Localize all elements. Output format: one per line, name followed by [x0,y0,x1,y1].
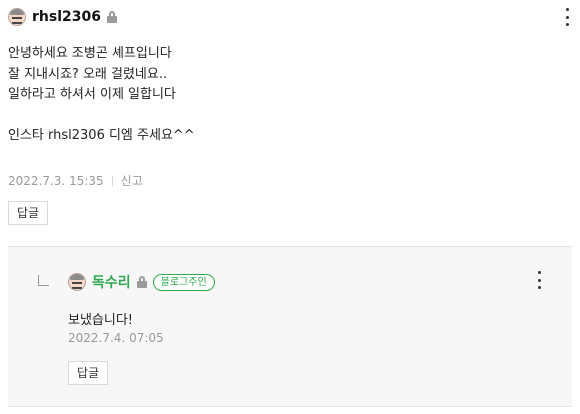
comment-meta: 2022.7.3. 15:35 신고 [8,172,143,189]
comment-header: rhsl2306 [8,8,117,26]
comment-line [8,106,195,127]
comment-line: 일하라고 하셔서 이제 일합니다 [8,87,176,102]
comment-date: 2022.7.3. 15:35 [8,173,104,188]
comment-line: 인스타 rhsl2306 디엠 주세요^^ [8,128,195,143]
report-link[interactable]: 신고 [121,172,143,189]
comment-line: 잘 지내시죠? 오래 걸렸네요.. [8,66,168,82]
comment-author[interactable]: rhsl2306 [32,9,101,25]
comment-more-icon[interactable] [562,8,572,26]
reply-more-icon[interactable] [534,271,544,289]
reply-comment: 독수리 블로그주인 보냈습니다! 2022.7.4. 07:05 답글 [8,247,572,406]
avatar-icon[interactable] [68,273,86,291]
bottom-divider [8,406,572,407]
reply-arrow-icon [38,275,49,286]
reply-reply-button[interactable]: 답글 [68,361,109,385]
owner-badge: 블로그주인 [152,273,215,291]
avatar-icon[interactable] [8,8,26,26]
comment-text: 안녕하세요 조병곤 셰프입니다 잘 지내시죠? 오래 걸렸네요.. 일하라고 하… [8,44,195,147]
reply-header: 독수리 블로그주인 [68,272,215,292]
reply-button[interactable]: 답글 [8,201,49,225]
meta-divider [111,175,113,186]
lock-icon [106,11,117,23]
reply-author[interactable]: 독수리 [92,272,131,292]
comment-line: 안녕하세요 조병곤 셰프입니다 [8,46,172,61]
reply-date: 2022.7.4. 07:05 [68,331,164,345]
reply-text: 보냈습니다! [68,313,134,328]
lock-icon [136,276,147,288]
